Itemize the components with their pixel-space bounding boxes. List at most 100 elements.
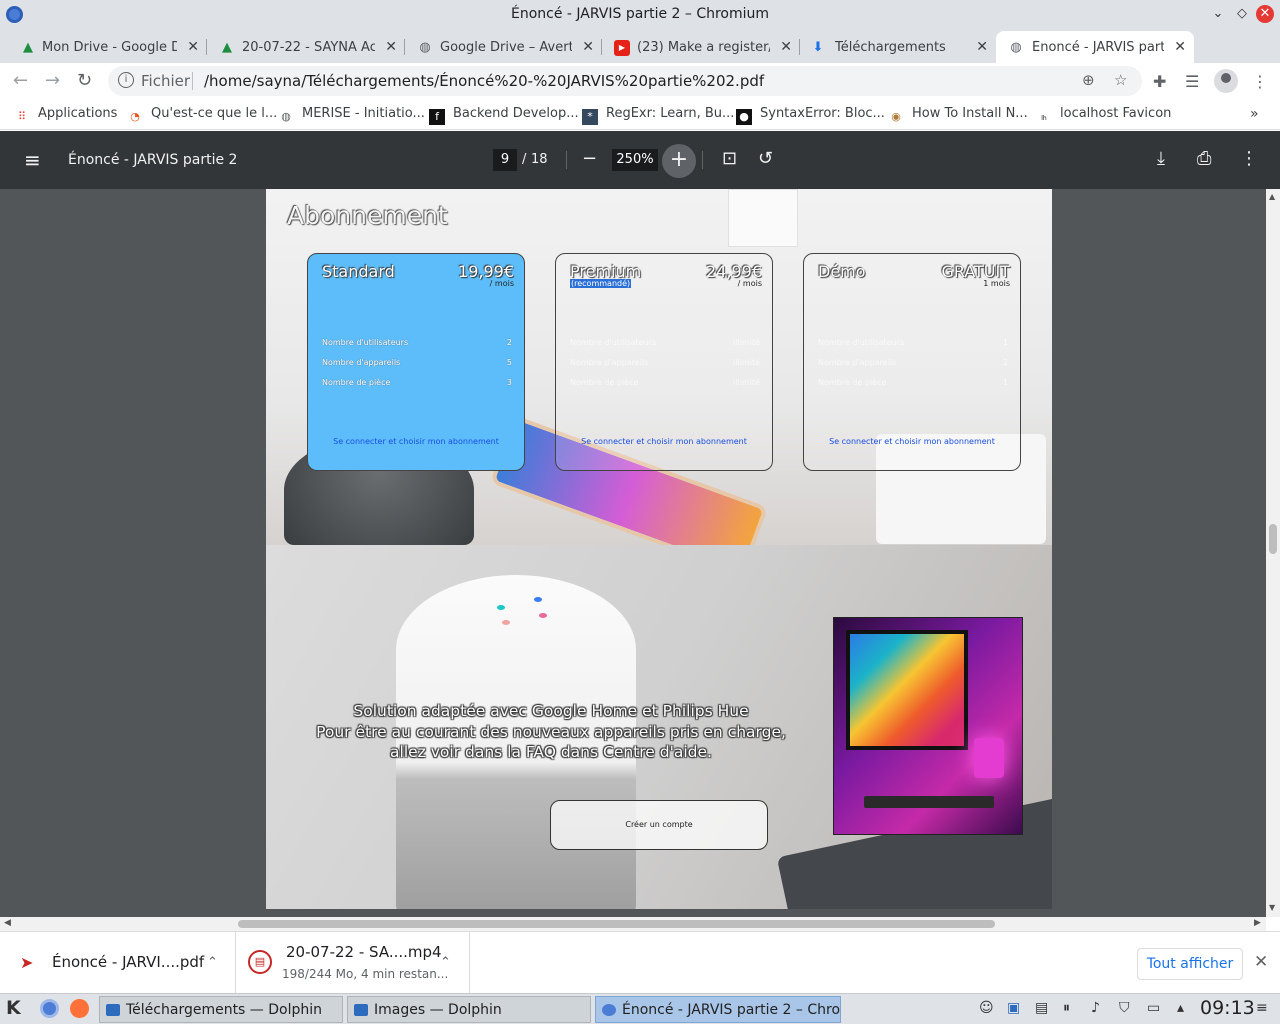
tab-google-drive-avertissement[interactable]: ◍ Google Drive – Avertis ✕ [405,31,602,63]
dolphin-tray-icon[interactable]: ▣ [1007,1000,1020,1016]
volume-icon[interactable]: ♪ [1091,1000,1100,1016]
close-tab-icon[interactable]: ✕ [582,39,594,55]
chromium-launcher-icon[interactable] [40,999,59,1018]
print-icon[interactable]: ⎙ [1197,148,1211,169]
bookmark-star-icon[interactable]: ☆ [1114,71,1127,89]
fit-page-icon[interactable]: ⊡ [722,148,737,169]
close-window-icon[interactable]: ✕ [1256,5,1274,23]
more-options-icon[interactable]: ⋮ [1240,148,1258,169]
bookmark-syntaxerror[interactable]: ● SyntaxError: Bloc... [736,106,885,125]
close-icon[interactable]: ✕ [1254,952,1268,972]
bookmark-label: How To Install N... [912,106,1028,121]
media-pause-icon[interactable]: ⏸ [1063,1000,1070,1016]
kde-launcher-icon[interactable]: K [6,997,21,1019]
bookmark-how-to-install[interactable]: ◉ How To Install N... [888,106,1028,125]
plan-period: / mois [489,279,514,288]
url-text[interactable]: /home/sayna/Téléchargements/Énoncé%20-%2… [204,72,764,90]
pdf-title: Énoncé - JARVIS partie 2 [68,152,238,168]
tab-mon-drive[interactable]: ▲ Mon Drive - Google Dr ✕ [0,31,207,63]
choose-plan-link[interactable]: Se connecter et choisir mon abonnement [308,437,524,446]
info-icon[interactable]: i [118,72,134,88]
recommended-badge: (recommandé) [570,279,632,288]
panel-menu-icon[interactable]: ≡ [1256,1000,1268,1016]
chevron-up-icon[interactable]: ⌃ [207,955,218,970]
task-dolphin-telechargements[interactable]: Téléchargements — Dolphin [99,996,343,1023]
plan-feature: Nombre d'utilisateurs illimité [570,338,760,347]
tab-youtube[interactable]: ▶ (23) Make a register/lo ✕ [602,31,800,63]
dolphin-icon [106,1004,120,1016]
scroll-thumb[interactable] [1269,524,1277,554]
bookmark-quest-ce[interactable]: ◔ Qu'est-ce que le l... [127,106,277,125]
choose-plan-link[interactable]: Se connecter et choisir mon abonnement [804,437,1020,446]
maximize-icon[interactable]: ◇ [1233,5,1251,23]
zoom-in-button[interactable]: + [662,144,696,178]
plan-period: 1 mois [983,279,1010,288]
reload-icon[interactable]: ↻ [77,70,92,91]
scroll-left-icon[interactable]: ◀ [4,918,11,928]
hero-text: Solution adaptée avec Google Home et Phi… [306,701,796,763]
page-separator: / [522,152,527,167]
feature-label: Nombre de pièce [322,378,391,387]
rotate-icon[interactable]: ↺ [758,148,773,169]
zoom-icon[interactable]: ⊕ [1082,71,1095,89]
task-chromium[interactable]: Énoncé - JARVIS partie 2 – Chromiu [595,996,841,1023]
download-item-mp4[interactable]: ▤ 20-07-22 - SA....mp4 198/244 Mo, 4 min… [236,932,470,994]
download-icon[interactable]: ⤓ [1157,148,1165,169]
hamburger-menu-icon[interactable]: ≡ [24,150,41,170]
chevron-up-icon[interactable]: ⌃ [440,955,451,970]
show-all-button[interactable]: Tout afficher [1137,948,1243,980]
firefox-launcher-icon[interactable] [70,999,89,1018]
feature-value: 5 [506,358,512,367]
scroll-up-icon[interactable]: ▲ [1269,192,1275,201]
download-item-pdf[interactable]: ➤ Énoncé - JARVI....pdf ⌃ [0,932,236,994]
tab-telechargements[interactable]: ⬇ Téléchargements ✕ [800,31,996,63]
bookmark-backend[interactable]: f Backend Develop... [429,106,579,125]
close-tab-icon[interactable]: ✕ [1174,39,1186,55]
scroll-down-icon[interactable]: ▼ [1269,903,1275,912]
minimize-icon[interactable]: ⌄ [1209,5,1227,23]
forward-icon[interactable]: → [45,70,60,91]
browser-menu-icon[interactable]: ⋮ [1252,72,1268,91]
close-tab-icon[interactable]: ✕ [187,39,199,55]
tab-enonce-jarvis[interactable]: ◍ Énoncé - JARVIS partie ✕ [996,31,1194,63]
feature-label: Nombre d'utilisateurs [818,338,905,347]
close-tab-icon[interactable]: ✕ [976,39,988,55]
network-icon[interactable]: ▭ [1147,1000,1160,1016]
plan-feature: Nombre d'utilisateurs 2 [322,338,512,347]
address-bar[interactable]: i Fichier /home/sayna/Téléchargements/Én… [108,66,1142,96]
clock[interactable]: 09:13 [1200,997,1255,1019]
close-tab-icon[interactable]: ✕ [385,39,397,55]
zoom-input[interactable]: 250% [612,149,658,171]
extensions-icon[interactable]: ✚ [1153,72,1166,91]
zoom-out-icon[interactable]: − [582,148,597,169]
bookmark-applications[interactable]: ⠿ Applications [14,106,117,125]
scroll-right-icon[interactable]: ▶ [1254,918,1261,928]
tab-sayna-acad[interactable]: ▲ 20-07-22 - SAYNA Acad ✕ [207,31,405,63]
scroll-thumb[interactable] [238,920,995,928]
page-number-input[interactable]: 9 [493,149,517,171]
back-icon[interactable]: ← [13,70,28,91]
plan-feature: Nombre de pièce 3 [322,378,512,387]
tab-label: Énoncé - JARVIS partie [1032,40,1164,55]
clipboard-icon[interactable]: ▤ [1035,1000,1048,1016]
task-dolphin-images[interactable]: Images — Dolphin [347,996,591,1023]
media-queue-icon[interactable]: ☰ [1185,72,1199,91]
feature-label: Nombre d'utilisateurs [322,338,409,347]
horizontal-scrollbar[interactable]: ◀ ▶ [0,917,1266,931]
vertical-scrollbar[interactable]: ▲ ▼ [1266,189,1280,917]
bookmarks-overflow-icon[interactable]: » [1250,106,1259,122]
tray-expand-icon[interactable]: ▴ [1177,1000,1184,1016]
feature-value: illimité [733,358,760,367]
bookmark-localhost-favicon[interactable]: lh localhost Favicon [1036,106,1171,127]
bookmark-merise[interactable]: ◍ MERISE - Initiatio... [278,106,425,125]
choose-plan-link[interactable]: Se connecter et choisir mon abonnement [556,437,772,446]
close-tab-icon[interactable]: ✕ [780,39,792,55]
compatibility-section: Solution adaptée avec Google Home et Phi… [266,545,1052,909]
bookmark-label: Backend Develop... [453,106,579,121]
shield-icon[interactable]: ⛉ [1119,1000,1130,1016]
create-account-button[interactable]: Créer un compte [550,800,768,850]
plan-card-demo: Démo GRATUIT 1 mois Nombre d'utilisateur… [803,253,1021,471]
bookmark-regexr[interactable]: * RegExr: Learn, Bu... [582,106,734,125]
profile-avatar[interactable] [1214,69,1238,93]
user-icon[interactable]: ☺ [979,1000,994,1016]
